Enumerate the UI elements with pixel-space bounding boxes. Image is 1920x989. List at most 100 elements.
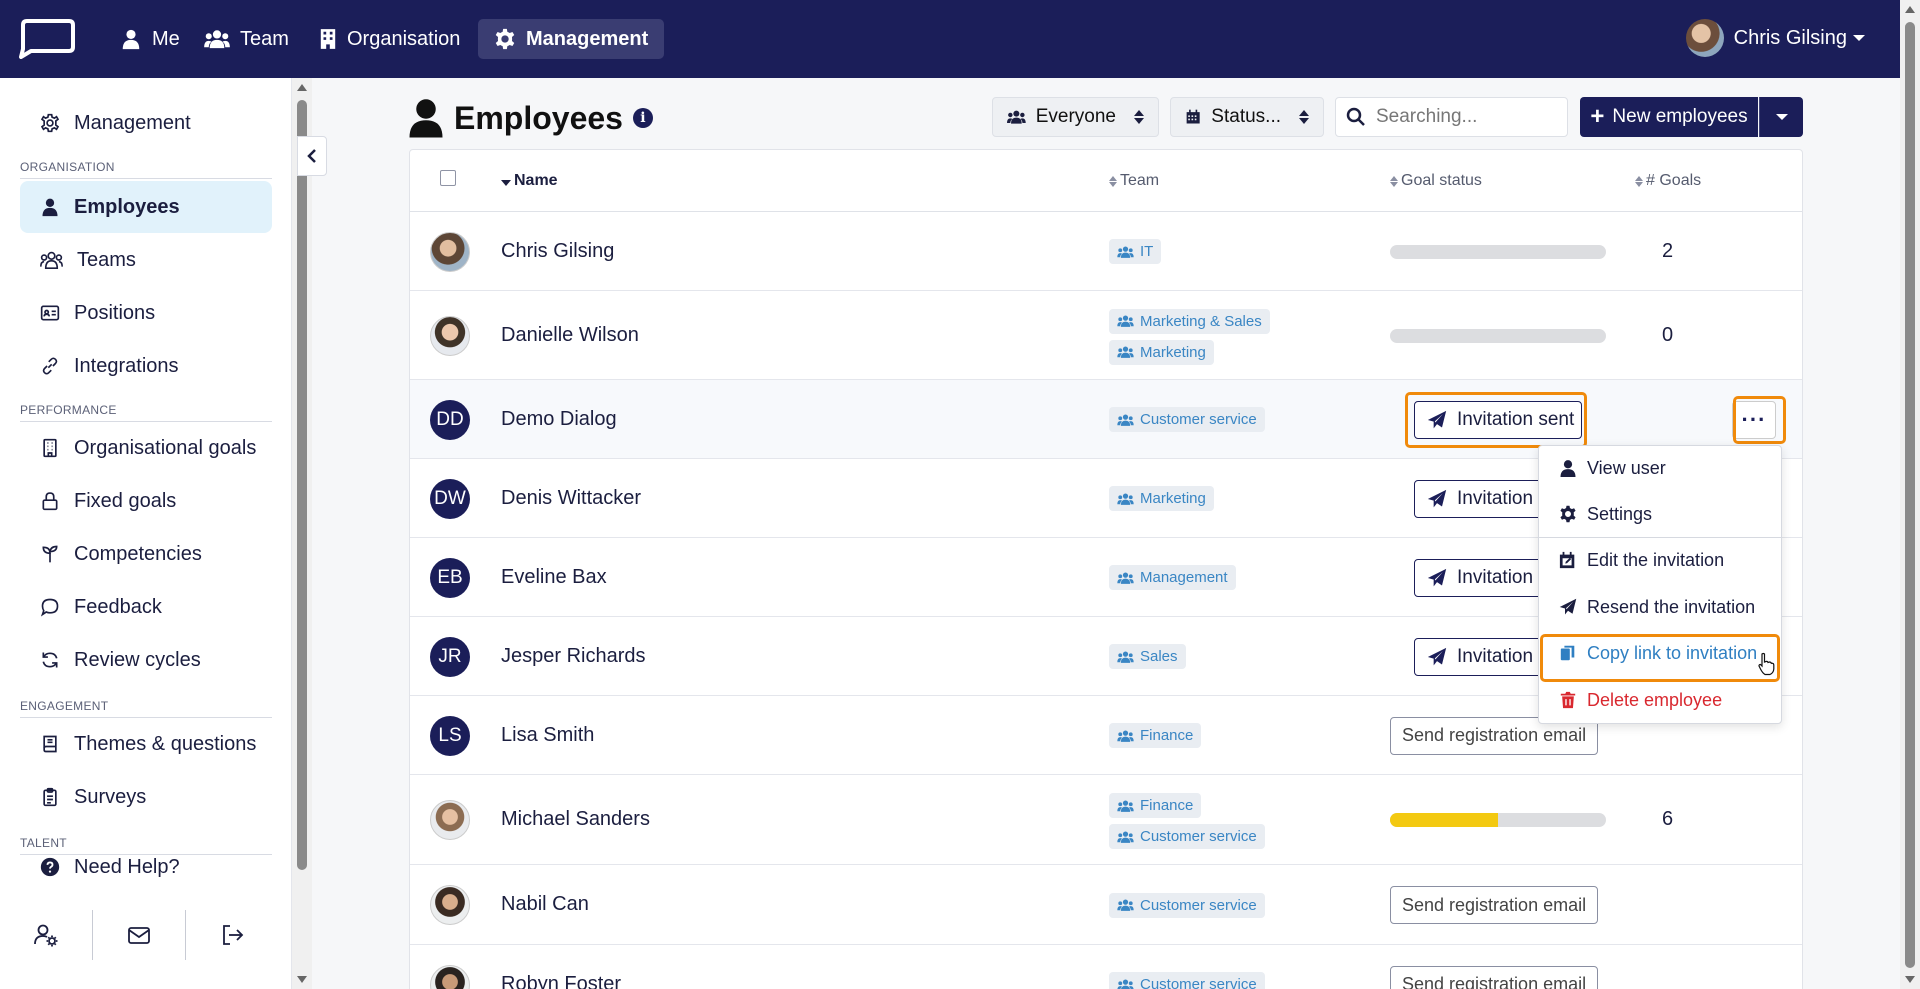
user-menu[interactable]: Chris Gilsing — [1685, 16, 1865, 60]
invitation-sent-button[interactable]: Invitation s — [1414, 637, 1544, 676]
team-tag[interactable]: Customer service — [1109, 407, 1265, 432]
sidebar-item-label: Fixed goals — [74, 489, 177, 512]
invitation-sent-button[interactable]: Invitation s — [1414, 479, 1544, 518]
team-tags: Management — [1109, 565, 1236, 590]
employee-name[interactable]: Michael Sanders — [501, 808, 650, 831]
status-filter-select[interactable]: Status... — [1170, 97, 1324, 137]
employee-name[interactable]: Jesper Richards — [501, 645, 646, 668]
team-tag[interactable]: Management — [1109, 565, 1236, 590]
team-tag[interactable]: Finance — [1109, 793, 1202, 818]
send-registration-email-button[interactable]: Send registration email — [1390, 965, 1599, 989]
column-header-team[interactable]: Team — [1109, 172, 1159, 190]
sidebar-item-positions[interactable]: Positions — [20, 287, 272, 339]
sort-desc-icon — [501, 179, 511, 186]
sidebar-item-organisational-goals[interactable]: Organisational goals — [20, 422, 272, 474]
sidebar-item-fixed-goals[interactable]: Fixed goals — [20, 475, 272, 527]
app-logo[interactable] — [19, 19, 77, 59]
column-header-goal-status[interactable]: Goal status — [1390, 172, 1482, 190]
new-employees-dropdown-button[interactable] — [1759, 97, 1803, 137]
team-tag[interactable]: IT — [1109, 239, 1162, 264]
column-label: Team — [1120, 172, 1160, 189]
employee-name[interactable]: Robyn Foster — [501, 973, 621, 989]
user-name: Chris Gilsing — [1733, 26, 1847, 49]
table-row[interactable]: Michael Sanders Finance Customer service 6 — [410, 775, 1802, 865]
employee-name[interactable]: Lisa Smith — [501, 724, 594, 747]
nav-management[interactable]: Management — [478, 19, 665, 59]
employee-name[interactable]: Nabil Can — [501, 893, 589, 916]
send-registration-email-button[interactable]: Send registration email — [1390, 886, 1599, 924]
avatar: JR — [430, 636, 470, 677]
team-tags: Customer service — [1109, 972, 1265, 989]
menu-item-edit-invitation[interactable]: Edit the invitation — [1539, 538, 1781, 582]
sidebar-item-employees[interactable]: Employees — [20, 181, 272, 233]
search-icon — [1346, 107, 1365, 126]
sidebar-item-teams[interactable]: Teams — [20, 234, 272, 286]
sidebar-item-management[interactable]: Management — [20, 97, 272, 149]
nav-me[interactable]: Me — [104, 19, 196, 59]
avatar: DD — [430, 399, 470, 440]
sidebar-item-review-cycles[interactable]: Review cycles — [20, 634, 272, 686]
sidebar-item-feedback[interactable]: Feedback — [20, 581, 272, 633]
page-scrollbar[interactable] — [1900, 0, 1920, 989]
team-tags: IT — [1109, 239, 1162, 264]
sidebar-item-integrations[interactable]: Integrations — [20, 340, 272, 392]
team-tag[interactable]: Sales — [1109, 644, 1186, 669]
team-tag-label: Management — [1140, 569, 1228, 586]
employee-name[interactable]: Danielle Wilson — [501, 324, 639, 347]
sidebar-item-competencies[interactable]: Competencies — [20, 528, 272, 580]
team-tag[interactable]: Customer service — [1109, 892, 1265, 918]
employee-name[interactable]: Denis Wittacker — [501, 487, 641, 510]
sidebar-item-label: Review cycles — [74, 648, 201, 671]
users-icon — [204, 30, 230, 49]
collapse-sidebar-button[interactable] — [297, 136, 327, 176]
team-tag[interactable]: Marketing — [1109, 339, 1214, 365]
user-icon — [409, 99, 443, 138]
table-row[interactable]: Robyn Foster Customer service Send registr… — [410, 945, 1802, 989]
team-tag[interactable]: Marketing & Sales — [1109, 308, 1270, 334]
team-tag[interactable]: Customer service — [1109, 824, 1265, 849]
select-all-checkbox[interactable] — [440, 170, 456, 186]
new-employees-label: New employees — [1612, 106, 1748, 127]
sidebar-scrollbar[interactable] — [292, 78, 312, 989]
nav-team-label: Team — [240, 27, 289, 50]
people-filter-select[interactable]: Everyone — [992, 97, 1159, 137]
sidebar-item-surveys[interactable]: Surveys — [20, 771, 272, 823]
table-row[interactable]: Danielle Wilson Marketing & Sales Marketin… — [410, 291, 1802, 380]
menu-item-resend-invitation[interactable]: Resend the invitation — [1539, 585, 1781, 629]
team-tag-label: Marketing & Sales — [1140, 312, 1262, 330]
invitation-sent-button[interactable]: Invitation s — [1414, 558, 1544, 597]
new-employees-button[interactable]: + New employees — [1580, 97, 1758, 137]
sidebar-item-themes-questions[interactable]: Themes & questions — [20, 718, 272, 770]
sidebar-item-label: Positions — [74, 301, 156, 324]
menu-item-view-user[interactable]: View user — [1539, 446, 1781, 490]
goal-progress-bar — [1390, 328, 1606, 343]
team-tag[interactable]: Finance — [1109, 723, 1202, 748]
search-input[interactable] — [1376, 106, 1556, 128]
logout-button[interactable] — [186, 910, 278, 960]
messages-button[interactable] — [93, 910, 185, 960]
highlight-copy-link — [1540, 634, 1780, 682]
table-row[interactable]: Chris Gilsing IT 2 — [410, 212, 1802, 291]
team-tag[interactable]: Marketing — [1109, 486, 1214, 511]
employee-name[interactable]: Demo Dialog — [501, 408, 617, 431]
employee-name[interactable]: Eveline Bax — [501, 566, 607, 589]
team-tags: Finance Customer service — [1109, 793, 1265, 849]
sidebar-item-need-help[interactable]: Need Help? — [20, 841, 272, 893]
menu-item-delete-employee[interactable]: Delete employee — [1539, 678, 1781, 722]
sidebar-item-label: Competencies — [74, 542, 202, 565]
search-field[interactable] — [1335, 97, 1568, 137]
account-settings-button[interactable] — [0, 910, 92, 960]
team-tag-label: Customer service — [1140, 976, 1257, 989]
nav-organisation[interactable]: Organisation — [303, 19, 476, 59]
column-header-name[interactable]: Name — [501, 172, 558, 190]
team-tag[interactable]: Customer service — [1109, 972, 1265, 989]
user-avatar — [1685, 19, 1724, 57]
gear-icon — [40, 113, 60, 133]
nav-team[interactable]: Team — [188, 19, 305, 59]
column-header-goals[interactable]: # Goals — [1635, 172, 1701, 190]
menu-item-settings[interactable]: Settings — [1539, 492, 1781, 536]
column-label: Goal status — [1401, 172, 1482, 189]
info-icon[interactable]: i — [632, 108, 653, 128]
employee-name[interactable]: Chris Gilsing — [501, 240, 614, 263]
table-row[interactable]: Nabil Can Customer service Send registrati… — [410, 865, 1802, 945]
